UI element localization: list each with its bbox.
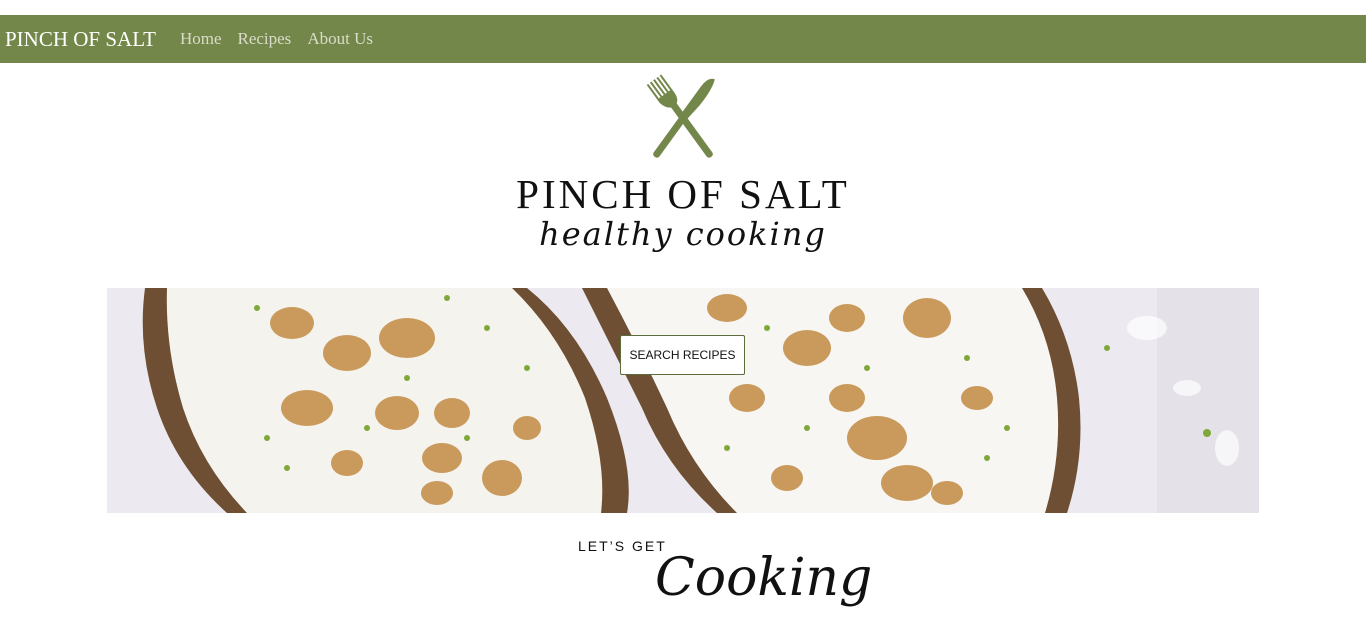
navbar-brand[interactable]: PINCH OF SALT xyxy=(5,27,156,52)
logo-tagline: healthy cooking xyxy=(539,215,827,253)
top-navbar: PINCH OF SALT Home Recipes About Us xyxy=(0,15,1366,63)
search-recipes-button[interactable]: SEARCH RECIPES xyxy=(620,335,745,375)
hero-banner xyxy=(107,288,1259,513)
nav-link-recipes[interactable]: Recipes xyxy=(237,29,291,49)
nav-link-about-us[interactable]: About Us xyxy=(307,29,373,49)
logo-title: PINCH OF SALT xyxy=(516,171,850,217)
fork-knife-icon xyxy=(646,74,715,158)
nav-link-home[interactable]: Home xyxy=(180,29,222,49)
section-kicker: LET’S GET xyxy=(578,538,667,554)
site-logo: PINCH OF SALT healthy cooking xyxy=(0,68,1366,288)
toast-with-ricotta-walnuts-image xyxy=(107,288,1259,513)
section-heading: Cooking xyxy=(655,548,873,608)
